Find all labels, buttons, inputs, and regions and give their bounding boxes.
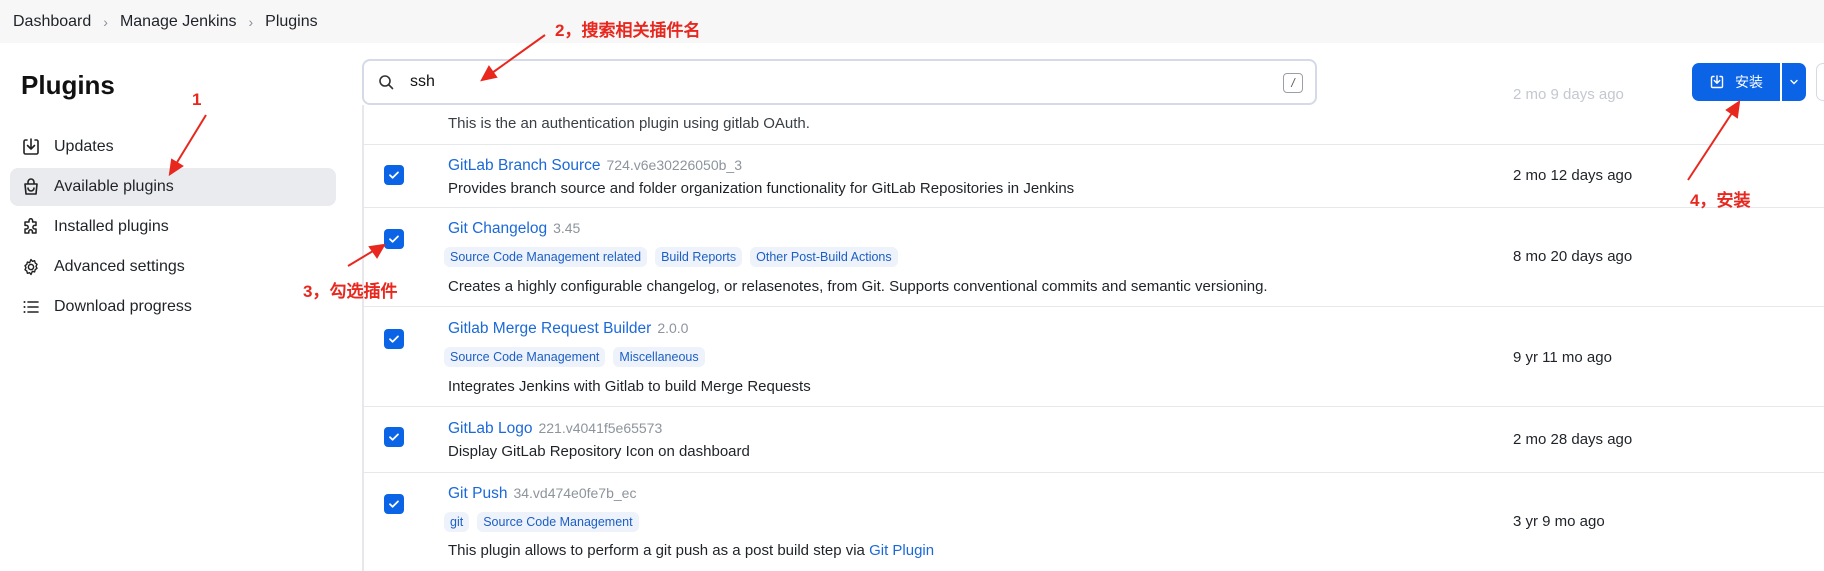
sidebar-item-installed-plugins[interactable]: Installed plugins bbox=[10, 208, 336, 246]
breadcrumb: Dashboard › Manage Jenkins › Plugins bbox=[0, 0, 1824, 43]
download-icon bbox=[1710, 75, 1724, 89]
install-button-label: 安装 bbox=[1735, 74, 1763, 90]
plugin-name[interactable]: Git Changelog bbox=[448, 220, 547, 237]
plugin-date: 2 mo 12 days ago bbox=[1513, 167, 1633, 184]
check-icon bbox=[389, 335, 399, 343]
plugin-date: 2 mo 9 days ago bbox=[1513, 86, 1624, 103]
search-icon bbox=[379, 75, 394, 90]
annotation-step-3: 3，勾选插件 bbox=[303, 282, 398, 301]
plugin-version: 2.0.0 bbox=[657, 320, 689, 336]
plugin-name[interactable]: GitLab Branch Source bbox=[448, 157, 601, 174]
table-row bbox=[364, 105, 1824, 145]
plugin-checkbox[interactable] bbox=[384, 329, 404, 349]
category-tag[interactable]: Other Post-Build Actions bbox=[750, 247, 898, 267]
search-input[interactable] bbox=[410, 73, 1270, 91]
plugin-name-link[interactable]: Git Changelog 3.45 bbox=[448, 220, 580, 238]
category-tag[interactable]: Source Code Management related bbox=[444, 247, 648, 267]
breadcrumb-dashboard[interactable]: Dashboard bbox=[13, 13, 91, 31]
sidebar-item-label: Updates bbox=[54, 138, 114, 155]
check-icon bbox=[389, 433, 399, 441]
breadcrumb-plugins[interactable]: Plugins bbox=[265, 13, 317, 31]
check-icon bbox=[389, 500, 399, 508]
plugin-version: 724.v6e30226050b_3 bbox=[606, 157, 742, 173]
plugin-description: Integrates Jenkins with Gitlab to build … bbox=[448, 378, 811, 395]
sidebar-item-download-progress[interactable]: Download progress bbox=[10, 288, 336, 326]
search-bar: / bbox=[362, 59, 1317, 105]
plugin-checkbox[interactable] bbox=[384, 427, 404, 447]
plugin-name-link[interactable]: GitLab Logo 221.v4041f5e65573 bbox=[448, 420, 662, 438]
git-plugin-link[interactable]: Git Plugin bbox=[869, 542, 934, 559]
table-row: GitLab Branch Source 724.v6e30226050b_3 P… bbox=[364, 145, 1824, 208]
breadcrumb-manage-jenkins[interactable]: Manage Jenkins bbox=[120, 13, 237, 31]
plugin-name[interactable]: GitLab Logo bbox=[448, 420, 532, 437]
sidebar-item-available-plugins[interactable]: Available plugins bbox=[10, 168, 336, 206]
plugin-description: Provides branch source and folder organi… bbox=[448, 180, 1075, 197]
gear-icon bbox=[24, 258, 38, 276]
plugin-description: Display GitLab Repository Icon on dashbo… bbox=[448, 443, 750, 460]
category-tag[interactable]: Source Code Management bbox=[444, 347, 606, 367]
shortcut-hint: / bbox=[1283, 73, 1303, 93]
plugin-date: 3 yr 9 mo ago bbox=[1513, 513, 1605, 530]
sidebar-item-label: Advanced settings bbox=[54, 258, 185, 275]
chevron-right-icon: › bbox=[103, 13, 108, 30]
table-row: GitLab Logo 221.v4041f5e65573 Display Git… bbox=[364, 407, 1824, 473]
sidebar-item-label: Download progress bbox=[54, 298, 192, 315]
category-tag[interactable]: Build Reports bbox=[655, 247, 743, 267]
plugin-checkbox[interactable] bbox=[384, 229, 404, 249]
puzzle-icon bbox=[24, 217, 37, 234]
annotation-step-1: 1 bbox=[192, 90, 202, 109]
plugin-description-text: This plugin allows to perform a git push… bbox=[448, 542, 865, 559]
annotation-step-2: 2，搜索相关插件名 bbox=[555, 21, 701, 40]
sidebar-item-label: Available plugins bbox=[54, 178, 174, 195]
chevron-down-icon bbox=[1790, 79, 1798, 85]
install-button[interactable]: 安装 bbox=[1692, 63, 1780, 101]
list-icon bbox=[23, 301, 39, 313]
plugin-name[interactable]: Git Push bbox=[448, 485, 507, 502]
table-row: Git Push 34.vd474e0fe7b_ec git Source Cod… bbox=[364, 473, 1824, 571]
plugin-checkbox[interactable] bbox=[384, 165, 404, 185]
check-icon bbox=[389, 171, 399, 179]
category-tag[interactable]: git bbox=[444, 512, 470, 532]
plugin-name-link[interactable]: GitLab Branch Source 724.v6e30226050b_3 bbox=[448, 157, 742, 175]
chevron-right-icon: › bbox=[248, 13, 254, 30]
download-icon bbox=[23, 138, 39, 155]
sidebar-item-updates[interactable]: Updates bbox=[10, 128, 336, 166]
plugin-version: 221.v4041f5e65573 bbox=[538, 420, 663, 436]
category-tag[interactable]: Source Code Management bbox=[477, 512, 639, 532]
plugin-date: 9 yr 11 mo ago bbox=[1513, 349, 1612, 366]
plugin-checkbox[interactable] bbox=[384, 494, 404, 514]
annotation-step-4: 4，安装 bbox=[1690, 191, 1751, 210]
sidebar-item-advanced-settings[interactable]: Advanced settings bbox=[10, 248, 336, 286]
plugin-description: This plugin allows to perform a git push… bbox=[448, 542, 934, 559]
plugin-version: 34.vd474e0fe7b_ec bbox=[513, 485, 637, 501]
table-row: Git Changelog 3.45 Source Code Management… bbox=[364, 208, 1824, 307]
category-tag[interactable]: Miscellaneous bbox=[613, 347, 705, 367]
plugin-name[interactable]: Gitlab Merge Request Builder bbox=[448, 320, 651, 337]
sidebar-item-label: Installed plugins bbox=[54, 218, 169, 235]
check-icon bbox=[389, 235, 399, 243]
install-options-button[interactable] bbox=[1782, 63, 1806, 101]
page-title: Plugins bbox=[21, 70, 115, 100]
more-button[interactable] bbox=[1816, 63, 1824, 101]
plugin-name-link[interactable]: Git Push 34.vd474e0fe7b_ec bbox=[448, 485, 636, 503]
plugin-date: 8 mo 20 days ago bbox=[1513, 248, 1633, 265]
plugin-description: Creates a highly configurable changelog,… bbox=[448, 278, 1268, 295]
plugin-version: 3.45 bbox=[553, 220, 581, 236]
shopping-bag-icon bbox=[24, 178, 38, 195]
plugin-name-link[interactable]: Gitlab Merge Request Builder 2.0.0 bbox=[448, 320, 688, 338]
table-row: Gitlab Merge Request Builder 2.0.0 Source… bbox=[364, 307, 1824, 407]
plugin-date: 2 mo 28 days ago bbox=[1513, 431, 1633, 448]
